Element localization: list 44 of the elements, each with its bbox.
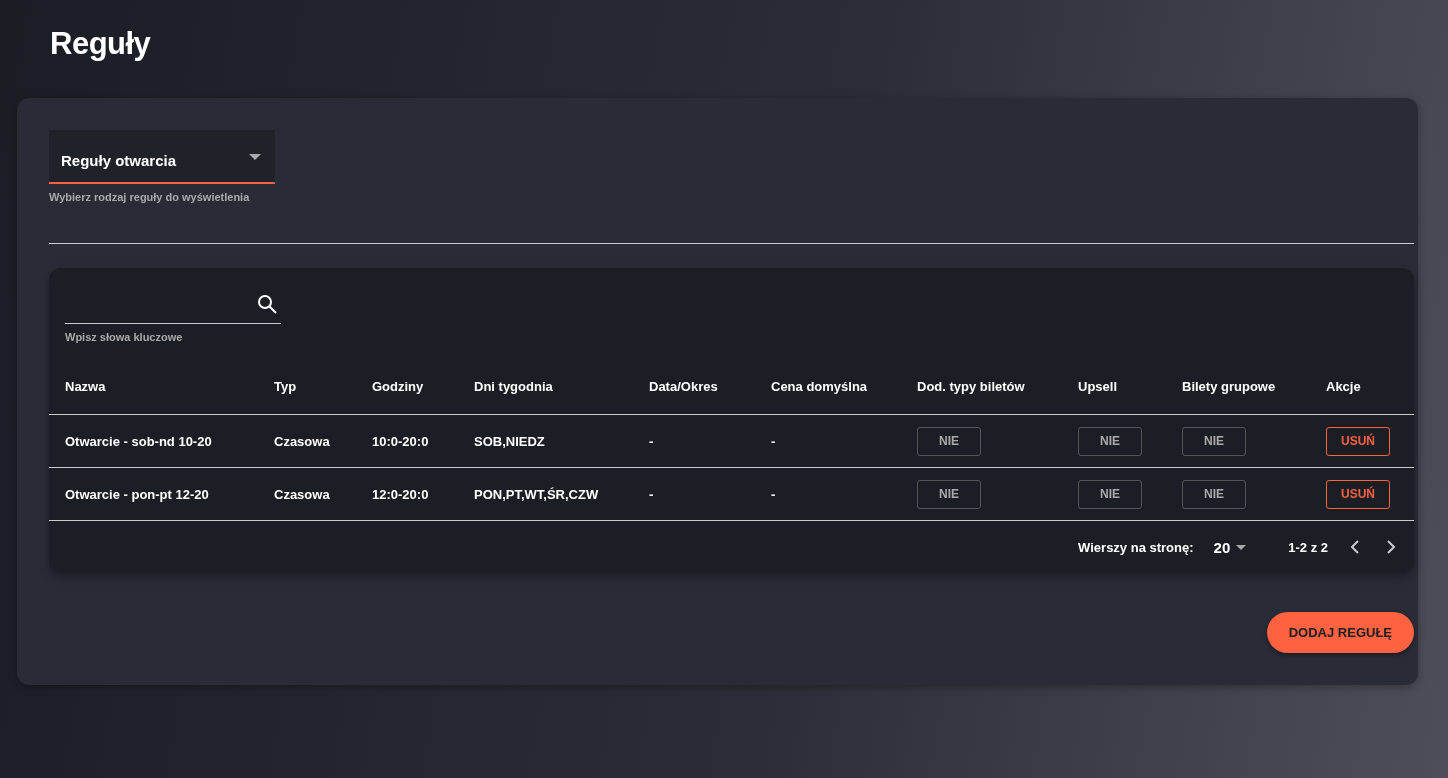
- table-cell: -: [755, 467, 901, 521]
- flag-button[interactable]: NIE: [917, 426, 981, 456]
- flag-button[interactable]: NIE: [1078, 426, 1142, 456]
- column-header: Godziny: [356, 359, 458, 415]
- column-header: Typ: [258, 359, 356, 415]
- flag-button[interactable]: NIE: [1182, 426, 1246, 456]
- search-helper-text: Wpisz słowa kluczowe: [65, 331, 184, 343]
- delete-button[interactable]: USUŃ: [1326, 479, 1390, 509]
- rows-per-page-select[interactable]: 20: [1207, 537, 1253, 557]
- column-header: Nazwa: [49, 359, 258, 415]
- rule-type-select[interactable]: Reguły otwarcia: [49, 130, 275, 184]
- table-cell: -: [755, 414, 901, 468]
- table-cell: Czasowa: [258, 414, 356, 468]
- flag-button[interactable]: NIE: [1182, 479, 1246, 509]
- table-cell: 10:0-20:0: [356, 414, 458, 468]
- column-header: Bilety grupowe: [1166, 359, 1310, 415]
- flag-button[interactable]: NIE: [1078, 479, 1142, 509]
- column-header: Cena domyślna: [755, 359, 901, 415]
- column-header: Dod. typy biletów: [901, 359, 1062, 415]
- chevron-left-icon: [1350, 540, 1360, 554]
- delete-button[interactable]: USUŃ: [1326, 426, 1390, 456]
- table-cell: -: [633, 467, 755, 521]
- dropdown-caret-icon: [249, 154, 261, 160]
- column-header: Data/Okres: [633, 359, 755, 415]
- table-cell: PON,PT,WT,ŚR,CZW: [458, 467, 633, 521]
- select-helper-text: Wybierz rodzaj reguły do wyświetlenia: [49, 191, 251, 203]
- column-header: Akcje: [1310, 359, 1414, 415]
- search-icon: [257, 294, 277, 314]
- table-cell: Czasowa: [258, 467, 356, 521]
- search-field[interactable]: [65, 294, 281, 324]
- rows-per-page-label: Wierszy na stronę:: [1078, 539, 1194, 555]
- column-header: Dni tygodnia: [458, 359, 633, 415]
- pagination-range: 1-2 z 2: [1288, 539, 1328, 555]
- dropdown-caret-icon: [1236, 544, 1247, 550]
- column-header: Upsell: [1062, 359, 1166, 415]
- page-title: Reguły: [50, 25, 152, 63]
- table-cell: 12:0-20:0: [356, 467, 458, 521]
- table-cell: Otwarcie - pon-pt 12-20: [49, 467, 258, 521]
- table-cell: -: [633, 414, 755, 468]
- add-rule-button[interactable]: DODAJ REGUŁĘ: [1266, 612, 1414, 653]
- chevron-right-icon: [1386, 540, 1396, 554]
- table-cell: Otwarcie - sob-nd 10-20: [49, 414, 258, 468]
- flag-button[interactable]: NIE: [917, 479, 981, 509]
- table-cell: SOB,NIEDZ: [458, 414, 633, 468]
